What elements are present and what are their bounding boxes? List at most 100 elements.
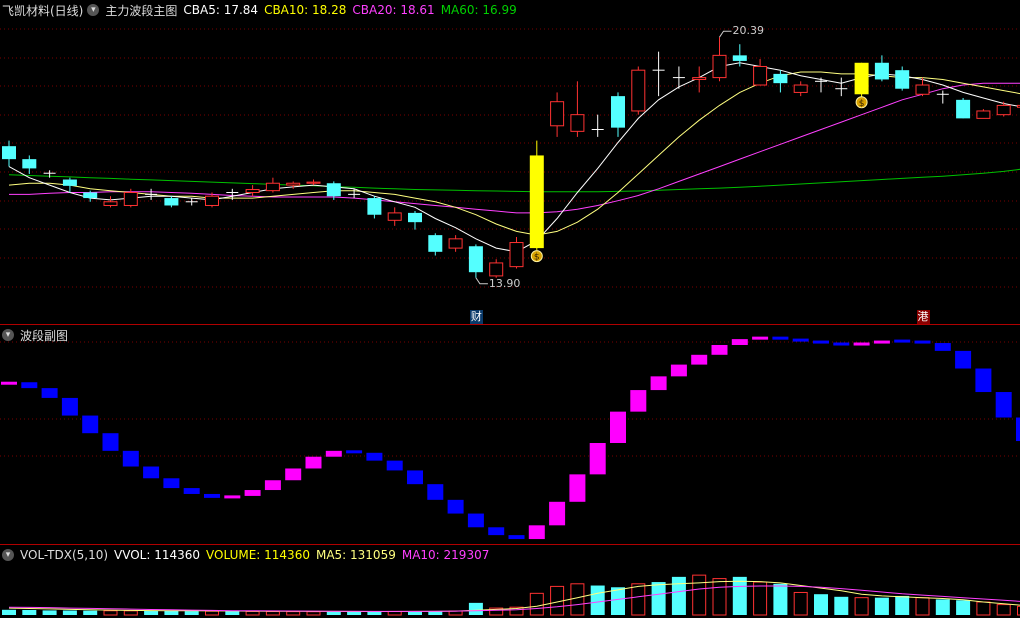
wave-bar-down bbox=[914, 340, 931, 344]
volume-readout: VOLUME: 114360 bbox=[206, 548, 310, 562]
candle bbox=[22, 155, 37, 174]
candle bbox=[387, 207, 402, 226]
candle-body bbox=[956, 99, 971, 119]
cba10-readout: CBA10: 18.28 bbox=[264, 3, 347, 17]
wave-subchart-header: ▾ 波段副图 bbox=[0, 325, 74, 345]
candlestick-chart[interactable]: $$ bbox=[0, 0, 1020, 324]
candle-body bbox=[387, 212, 402, 221]
indicator-name[interactable]: 主力波段主图 bbox=[105, 2, 177, 19]
wave-bar-down bbox=[102, 433, 119, 451]
candle bbox=[489, 259, 504, 278]
stock-title: 飞凯材料(日线) bbox=[2, 3, 84, 18]
wave-bar-down bbox=[447, 499, 464, 514]
wave-bar-up bbox=[610, 411, 626, 443]
ma60-readout: MA60: 16.99 bbox=[440, 3, 517, 17]
candle-body bbox=[306, 181, 321, 184]
volume-bar-up bbox=[306, 611, 321, 616]
volume-bar-up bbox=[712, 578, 727, 616]
volume-bar-down bbox=[874, 597, 889, 615]
volume-header: ▾ VOL-TDX(5,10) VVOL: 114360 VOLUME: 114… bbox=[0, 545, 495, 565]
wave-bar-down bbox=[508, 535, 525, 540]
candle-body bbox=[611, 96, 625, 128]
candle-body bbox=[793, 84, 808, 93]
candle-body bbox=[62, 179, 77, 186]
volume-indicator-title[interactable]: VOL-TDX(5,10) bbox=[20, 548, 108, 562]
candle-body bbox=[895, 70, 910, 89]
wave-bar-chart[interactable] bbox=[0, 325, 1020, 543]
volume-bar-down bbox=[732, 576, 747, 615]
wave-bar-up bbox=[264, 480, 281, 491]
candle bbox=[874, 55, 889, 82]
vvol-readout: VVOL: 114360 bbox=[114, 548, 201, 562]
candle bbox=[631, 66, 646, 115]
candle bbox=[956, 97, 971, 119]
indicator-menu-icon[interactable]: ▾ bbox=[87, 4, 100, 16]
volume-menu-icon[interactable]: ▾ bbox=[2, 549, 14, 561]
wave-bar-up bbox=[731, 339, 748, 345]
wave-bar-up bbox=[285, 468, 302, 481]
volume-bar-up bbox=[692, 574, 707, 616]
volume-bar-down bbox=[164, 610, 179, 615]
ma-line-cba10 bbox=[8, 71, 1020, 236]
wave-bar-down bbox=[427, 484, 444, 500]
candle-body bbox=[996, 104, 1011, 116]
candle-body bbox=[915, 84, 930, 95]
candle bbox=[976, 109, 991, 119]
candle bbox=[509, 236, 524, 269]
wave-bar-down bbox=[772, 336, 789, 340]
volume-bar-down bbox=[468, 602, 483, 615]
candle bbox=[185, 198, 198, 206]
candle-body bbox=[83, 192, 98, 199]
ma-line-ma60 bbox=[8, 168, 1020, 193]
wave-bar-up bbox=[873, 340, 890, 344]
candle-body bbox=[103, 201, 118, 206]
hk-connect-tag[interactable]: 港 bbox=[916, 310, 930, 324]
main-chart-pane[interactable]: 飞凯材料(日线) ▾ 主力波段主图 CBA5: 17.84 CBA10: 18.… bbox=[0, 0, 1020, 324]
volume-bar-down bbox=[42, 610, 57, 615]
subchart-menu-icon[interactable]: ▾ bbox=[2, 329, 14, 341]
volume-bar-up bbox=[793, 591, 808, 616]
candle-body bbox=[753, 65, 768, 86]
candle-body bbox=[854, 62, 869, 95]
wave-bar-up bbox=[670, 364, 687, 377]
volume-bar-down bbox=[895, 595, 910, 615]
candle bbox=[712, 37, 727, 82]
volume-bar-down bbox=[83, 610, 98, 615]
wave-bar-up bbox=[244, 490, 261, 496]
volume-bar-down bbox=[22, 609, 37, 615]
volume-bar-up bbox=[631, 583, 646, 616]
wave-bar-up bbox=[711, 345, 728, 355]
candle-body bbox=[428, 235, 443, 252]
wave-bar-down bbox=[894, 339, 911, 343]
wave-bar-down bbox=[41, 388, 58, 398]
volume-pane[interactable]: ▾ VOL-TDX(5,10) VVOL: 114360 VOLUME: 114… bbox=[0, 545, 1020, 618]
candle bbox=[753, 59, 768, 86]
subchart-title[interactable]: 波段副图 bbox=[20, 327, 68, 344]
candle bbox=[408, 211, 422, 230]
candle bbox=[550, 92, 565, 137]
volume-bar-down bbox=[611, 587, 625, 615]
candle-body bbox=[631, 69, 646, 112]
candle-body bbox=[408, 212, 422, 223]
candle bbox=[448, 235, 463, 252]
wave-bar-down bbox=[21, 382, 38, 389]
wave-bar-up bbox=[589, 443, 606, 475]
candle bbox=[428, 233, 443, 256]
wave-bar-down bbox=[467, 513, 484, 528]
finance-tag[interactable]: 财 bbox=[469, 310, 483, 324]
volume-bar-down bbox=[367, 611, 382, 615]
candle-body bbox=[976, 110, 991, 119]
candle bbox=[773, 70, 788, 93]
candle: $ bbox=[529, 140, 544, 263]
low-price-label: 13.90 bbox=[488, 276, 521, 290]
volume-bar-down bbox=[651, 582, 666, 615]
wave-bar-up bbox=[528, 525, 545, 540]
candle-body bbox=[326, 183, 341, 197]
wave-bar-up bbox=[650, 376, 667, 391]
vol-ma10-readout: MA10: 219307 bbox=[401, 548, 490, 562]
wave-subchart-pane[interactable]: ▾ 波段副图 bbox=[0, 325, 1020, 543]
candle-body bbox=[529, 155, 544, 249]
volume-bar-up bbox=[265, 611, 280, 616]
candle bbox=[245, 185, 260, 197]
candle bbox=[591, 114, 604, 137]
